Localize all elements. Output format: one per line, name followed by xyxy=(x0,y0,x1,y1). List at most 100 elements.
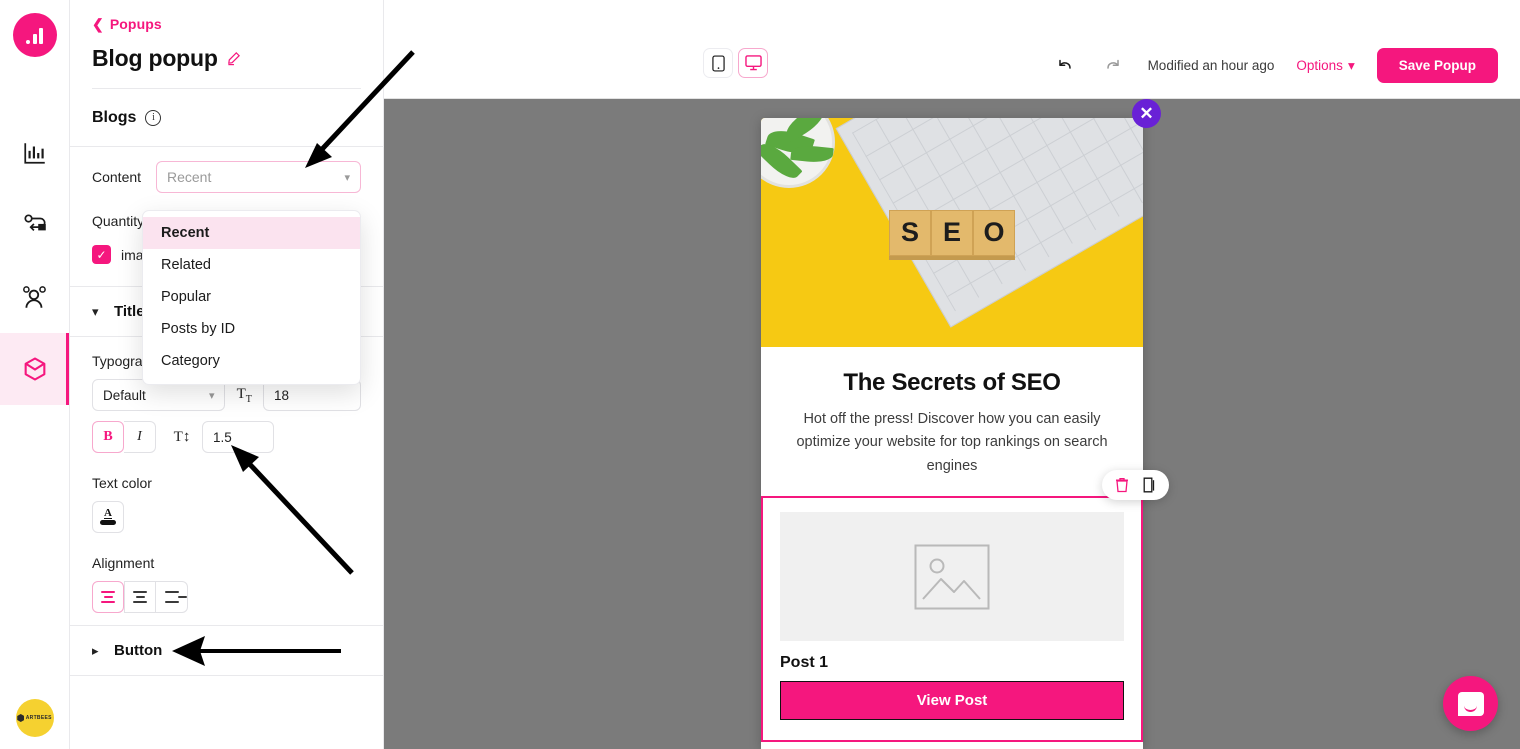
artbees-logo-text: ARTBEES xyxy=(25,715,52,721)
post-card-selected[interactable]: Post 1 View Post xyxy=(761,496,1143,743)
line-height-icon: T↕ xyxy=(173,428,191,445)
trash-icon xyxy=(1116,478,1128,493)
chevron-down-icon: ▾ xyxy=(92,303,99,319)
document-title-row: Blog popup xyxy=(92,45,361,72)
post-title: Post 1 xyxy=(780,654,829,672)
text-color-button[interactable]: A xyxy=(92,501,124,533)
content-select-value: Recent xyxy=(167,169,212,185)
accordion-title-label: Title xyxy=(114,303,145,320)
preview-canvas: ✕ S E O The Secrets of SEO Hot off the p… xyxy=(384,98,1520,749)
bold-label: B xyxy=(103,429,113,444)
content-select[interactable]: Recent ▾ xyxy=(156,161,361,193)
content-field-row: Content Recent ▾ xyxy=(70,147,383,193)
options-menu-button[interactable]: Options ▾ xyxy=(1296,58,1354,74)
text-style-group: B I xyxy=(92,421,156,453)
popup-text-block[interactable]: The Secrets of SEO Hot off the press! Di… xyxy=(761,347,1169,501)
align-right-button[interactable] xyxy=(156,581,188,613)
flow-route-icon xyxy=(23,214,46,231)
section-header-blogs: Blogs i xyxy=(70,89,383,147)
italic-button[interactable]: I xyxy=(124,421,156,453)
pencil-icon[interactable] xyxy=(226,51,241,66)
modified-status: Modified an hour ago xyxy=(1147,58,1275,73)
left-icon-rail: ARTBEES xyxy=(0,0,70,749)
intercom-chat-icon xyxy=(1457,691,1484,716)
style-row: B I T↕ 1.5 xyxy=(70,411,383,453)
accordion-button-section[interactable]: ▸ Button xyxy=(70,625,383,676)
font-size-icon: TT xyxy=(236,385,252,405)
undo-button[interactable] xyxy=(1052,53,1078,79)
popup-footer-spacer xyxy=(761,742,1143,749)
options-label: Options xyxy=(1296,58,1343,73)
undo-arrow-icon xyxy=(1058,59,1071,69)
post-thumbnail xyxy=(780,512,1124,642)
popup-hero-image: S E O xyxy=(761,118,1143,347)
bold-button[interactable]: B xyxy=(92,421,124,453)
accordion-button-row[interactable]: ▸ Button xyxy=(70,626,383,675)
dropdown-option-popular[interactable]: Popular xyxy=(143,281,360,313)
dropdown-option-posts-by-id[interactable]: Posts by ID xyxy=(143,313,360,345)
dropdown-option-category[interactable]: Category xyxy=(143,345,360,377)
rail-item-automation[interactable] xyxy=(0,189,69,261)
users-group-icon xyxy=(22,286,46,308)
rail-item-list xyxy=(0,117,69,405)
chevron-down-icon: ▾ xyxy=(1347,57,1355,73)
duplicate-element-button[interactable] xyxy=(1143,477,1156,493)
rail-item-analytics[interactable] xyxy=(0,117,69,189)
italic-label: I xyxy=(137,429,142,444)
rail-item-elements[interactable] xyxy=(0,333,69,405)
font-size-value: 18 xyxy=(273,387,289,403)
content-dropdown-menu: Recent Related Popular Posts by ID Categ… xyxy=(142,210,361,385)
device-desktop-button[interactable] xyxy=(738,48,768,78)
dropdown-option-recent[interactable]: Recent xyxy=(143,217,360,249)
toolbar-right-group: Modified an hour ago Options ▾ Save Popu… xyxy=(1052,48,1498,83)
breadcrumb-back-popups[interactable]: ❮ Popups xyxy=(92,16,162,32)
popup-preview: ✕ S E O The Secrets of SEO Hot off the p… xyxy=(761,99,1169,749)
duplicate-icon xyxy=(1143,478,1155,493)
image-placeholder-icon xyxy=(914,544,990,610)
popup-paragraph: Hot off the press! Discover how you can … xyxy=(796,411,1108,474)
redo-button[interactable] xyxy=(1100,53,1126,79)
chevron-down-icon: ▾ xyxy=(208,389,215,402)
seo-scrabble-tiles: S E O xyxy=(889,209,1015,256)
redo-arrow-icon xyxy=(1106,59,1119,69)
text-color-icon: A xyxy=(104,507,112,519)
artbees-logo[interactable]: ARTBEES xyxy=(15,699,54,737)
popupbuilder-logo[interactable] xyxy=(12,13,57,57)
text-color-swatch xyxy=(100,520,116,525)
line-height-value: 1.5 xyxy=(213,429,232,445)
bar-chart-icon xyxy=(23,143,45,164)
seo-tile-letter: E xyxy=(931,209,973,256)
editor-stage: Modified an hour ago Options ▾ Save Popu… xyxy=(384,0,1520,749)
save-popup-button[interactable]: Save Popup xyxy=(1376,48,1498,83)
alignment-label: Alignment xyxy=(92,555,155,571)
delete-element-button[interactable] xyxy=(1115,477,1129,493)
popup-heading: The Secrets of SEO xyxy=(843,369,1061,396)
popup-builder-app: ARTBEES ❮ Popups Blog popup Blogs i Cont… xyxy=(0,0,1520,749)
device-mobile-button[interactable] xyxy=(703,48,733,78)
align-center-button[interactable] xyxy=(124,581,156,613)
align-left-button[interactable] xyxy=(92,581,124,613)
mobile-device-icon xyxy=(711,54,725,72)
breadcrumb-label: Popups xyxy=(109,16,162,32)
line-height-input[interactable]: 1.5 xyxy=(202,421,274,453)
intercom-chat-button[interactable] xyxy=(1443,676,1498,731)
rail-footer: ARTBEES xyxy=(0,699,69,737)
cube-box-icon xyxy=(24,357,45,381)
text-color-label: Text color xyxy=(92,475,152,491)
content-label: Content xyxy=(92,169,142,185)
page-title: Blog popup xyxy=(92,45,218,71)
rail-item-audience[interactable] xyxy=(0,261,69,333)
seo-tile-letter: S xyxy=(889,209,931,256)
alignment-group xyxy=(92,581,361,613)
chevron-down-icon: ▾ xyxy=(344,171,350,184)
panel-header: ❮ Popups Blog popup xyxy=(70,0,383,89)
chevron-left-icon: ❮ xyxy=(92,16,104,32)
dropdown-option-related[interactable]: Related xyxy=(143,249,360,281)
popup-close-button[interactable]: ✕ xyxy=(1132,99,1161,128)
info-icon[interactable]: i xyxy=(145,110,162,126)
desktop-device-icon xyxy=(744,55,762,71)
image-checkbox[interactable]: ✓ xyxy=(92,245,111,264)
view-post-button[interactable]: View Post xyxy=(780,681,1124,721)
chevron-right-icon: ▸ xyxy=(92,642,99,658)
top-toolbar: Modified an hour ago Options ▾ Save Popu… xyxy=(384,0,1520,98)
